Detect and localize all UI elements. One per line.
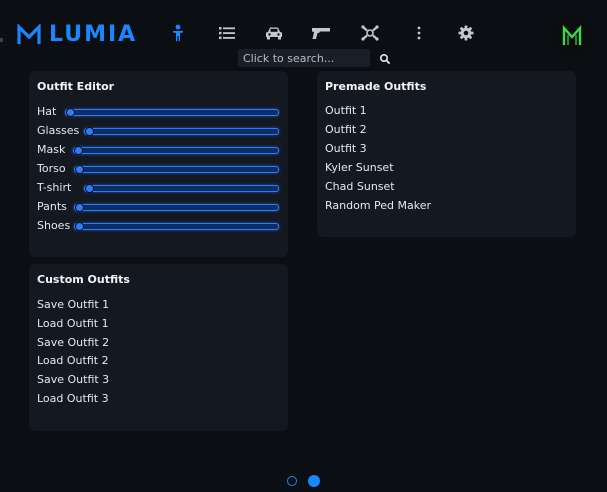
mask-slider[interactable] — [73, 146, 279, 155]
slider-row-pants: Pants — [37, 200, 279, 214]
person-icon[interactable] — [167, 22, 189, 44]
slider-row-tshirt: T-shirt — [37, 181, 279, 195]
premade-outfit-item[interactable]: Random Ped Maker — [325, 199, 431, 213]
slider-row-torso: Torso — [37, 162, 279, 176]
slider-row-hat: Hat — [37, 105, 279, 119]
custom-outfits-panel: Custom Outfits Save Outfit 1 Load Outfit… — [29, 264, 288, 431]
car-icon[interactable] — [263, 22, 285, 44]
slider-row-glasses: Glasses — [37, 124, 279, 138]
premade-outfits-title: Premade Outfits — [325, 80, 427, 93]
slider-thumb[interactable] — [75, 222, 84, 231]
more-vertical-icon[interactable] — [408, 22, 430, 44]
save-outfit-3-button[interactable]: Save Outfit 3 — [37, 373, 109, 387]
pants-slider[interactable] — [74, 203, 279, 212]
outfit-editor-title: Outfit Editor — [37, 80, 115, 93]
custom-outfits-title: Custom Outfits — [37, 273, 130, 286]
tshirt-slider[interactable] — [84, 184, 279, 193]
edge-marker — [0, 38, 3, 42]
load-outfit-3-button[interactable]: Load Outfit 3 — [37, 392, 109, 406]
list-icon[interactable] — [216, 22, 238, 44]
load-outfit-2-button[interactable]: Load Outfit 2 — [37, 354, 109, 368]
slider-label: Torso — [37, 162, 66, 175]
slider-label: Pants — [37, 200, 67, 213]
outfit-editor-panel: Outfit Editor Hat Glasses Mask Torso T-s… — [29, 71, 288, 257]
search-input[interactable] — [238, 49, 370, 67]
gear-icon[interactable] — [455, 22, 477, 44]
shoes-slider[interactable] — [74, 222, 279, 231]
hat-slider[interactable] — [65, 108, 279, 117]
app-title: LUMIA — [49, 22, 138, 47]
gun-icon[interactable] — [310, 22, 332, 44]
bone-icon[interactable] — [359, 22, 381, 44]
slider-thumb[interactable] — [66, 108, 75, 117]
save-outfit-2-button[interactable]: Save Outfit 2 — [37, 336, 109, 350]
avatar[interactable] — [552, 16, 592, 56]
slider-label: Shoes — [37, 219, 71, 232]
top-bar: LUMIA — [0, 0, 607, 70]
slider-thumb[interactable] — [75, 203, 84, 212]
slider-thumb[interactable] — [85, 184, 94, 193]
premade-outfit-item[interactable]: Outfit 2 — [325, 123, 367, 137]
slider-label: Glasses — [37, 124, 80, 137]
load-outfit-1-button[interactable]: Load Outfit 1 — [37, 317, 109, 331]
search-icon[interactable] — [379, 50, 393, 65]
glasses-slider[interactable] — [84, 127, 279, 136]
slider-thumb[interactable] — [75, 165, 84, 174]
slider-label: Hat — [37, 105, 57, 118]
lumia-logo-icon — [17, 24, 41, 44]
app-logo: LUMIA — [17, 22, 137, 48]
premade-outfit-item[interactable]: Chad Sunset — [325, 180, 395, 194]
slider-label: T-shirt — [37, 181, 72, 194]
premade-outfits-panel: Premade Outfits Outfit 1 Outfit 2 Outfit… — [317, 71, 576, 237]
slider-row-mask: Mask — [37, 143, 279, 157]
slider-label: Mask — [37, 143, 66, 156]
save-outfit-1-button[interactable]: Save Outfit 1 — [37, 298, 109, 312]
page-dot-1[interactable] — [287, 476, 297, 486]
premade-outfit-item[interactable]: Kyler Sunset — [325, 161, 394, 175]
slider-row-shoes: Shoes — [37, 219, 279, 233]
premade-outfit-item[interactable]: Outfit 1 — [325, 104, 367, 118]
premade-outfit-item[interactable]: Outfit 3 — [325, 142, 367, 156]
page-dot-2[interactable] — [308, 475, 320, 487]
avatar-logo-icon — [562, 24, 582, 45]
slider-thumb[interactable] — [74, 146, 83, 155]
torso-slider[interactable] — [74, 165, 279, 174]
slider-thumb[interactable] — [85, 127, 94, 136]
